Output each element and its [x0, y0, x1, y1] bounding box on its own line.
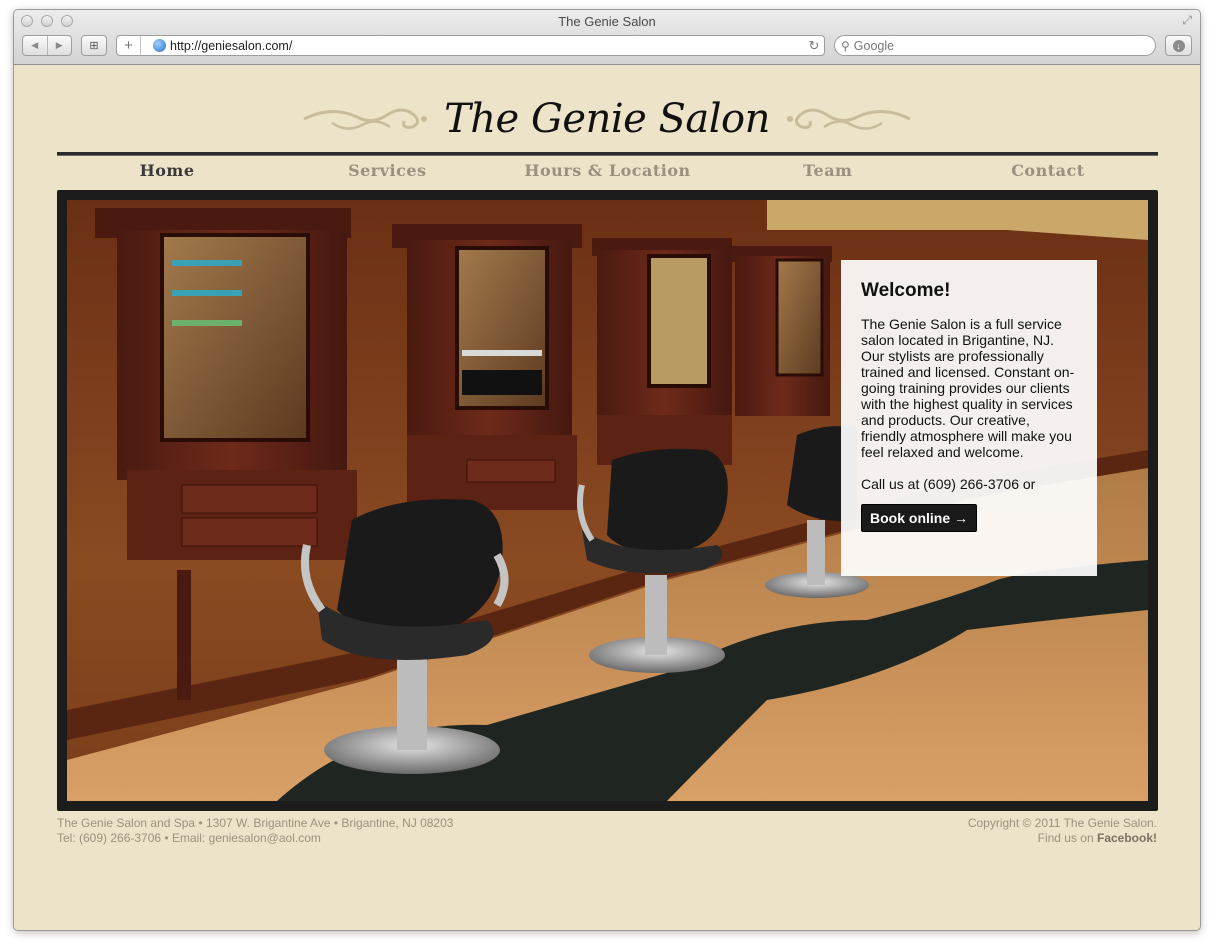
facebook-link[interactable]: Facebook! — [1097, 831, 1157, 845]
nav-services[interactable]: Services — [277, 161, 497, 185]
find-us-text: Find us on — [1037, 831, 1097, 845]
bookmark-button[interactable]: ⊞ — [81, 35, 107, 56]
footer-address: The Genie Salon and Spa • 1307 W. Brigan… — [57, 816, 454, 830]
hero-frame: Welcome! The Genie Salon is a full servi… — [57, 190, 1158, 811]
address-bar[interactable]: + http://geniesalon.com/ ↻ — [116, 35, 825, 56]
footer-phone-email: Tel: (609) 266-3706 • Email: geniesalon@… — [57, 831, 321, 845]
browser-toolbar: The Genie Salon ⤢ ◀ ▶ ⊞ + http://geniesa… — [14, 10, 1200, 65]
welcome-body: The Genie Salon is a full service salon … — [861, 316, 1075, 460]
search-placeholder: Google — [853, 38, 895, 53]
site-header: The Genie Salon — [14, 93, 1200, 145]
reload-icon[interactable]: ↻ — [804, 38, 824, 54]
web-page: The Genie Salon Home Services Hours & Lo… — [14, 65, 1200, 930]
window-title: The Genie Salon — [558, 14, 656, 29]
site-logo[interactable]: The Genie Salon — [444, 96, 770, 142]
nav-hours-location[interactable]: Hours & Location — [497, 161, 717, 185]
nav-home[interactable]: Home — [57, 161, 277, 185]
main-nav: Home Services Hours & Location Team Cont… — [57, 161, 1158, 185]
nav-contact[interactable]: Contact — [938, 161, 1158, 185]
history-buttons: ◀ ▶ — [22, 35, 72, 56]
forward-icon[interactable]: ▶ — [48, 36, 72, 55]
left-flourish-icon — [303, 108, 428, 130]
right-flourish-icon — [786, 108, 911, 130]
footer-social: Find us on Facebook! — [968, 831, 1157, 846]
download-icon: ↓ — [1172, 39, 1185, 52]
fullscreen-icon[interactable]: ⤢ — [1182, 13, 1192, 28]
add-bookmark-icon[interactable]: + — [117, 36, 141, 55]
welcome-panel: Welcome! The Genie Salon is a full servi… — [841, 260, 1097, 576]
bookmark-icon: ⊞ — [89, 40, 99, 52]
footer-contact: The Genie Salon and Spa • 1307 W. Brigan… — [57, 816, 453, 846]
search-icon: ⚲ — [841, 38, 850, 53]
url-text[interactable]: http://geniesalon.com/ — [170, 39, 804, 53]
footer-meta: Copyright © 2011 The Genie Salon. Find u… — [968, 816, 1157, 846]
footer-copyright: Copyright © 2011 The Genie Salon. — [967, 816, 1157, 830]
book-online-button[interactable]: Book online → — [861, 504, 977, 532]
globe-icon — [153, 39, 166, 52]
welcome-heading: Welcome! — [861, 280, 951, 301]
back-icon[interactable]: ◀ — [23, 36, 48, 55]
nav-team[interactable]: Team — [718, 161, 938, 185]
downloads-button[interactable]: ↓ — [1165, 35, 1192, 56]
call-us-text: Call us at (609) 266-3706 or — [861, 476, 1036, 492]
search-field[interactable]: ⚲ Google — [834, 35, 1156, 56]
header-divider — [57, 152, 1158, 156]
salon-interior-photo: Welcome! The Genie Salon is a full servi… — [67, 200, 1148, 801]
browser-window: The Genie Salon ⤢ ◀ ▶ ⊞ + http://geniesa… — [13, 9, 1201, 931]
